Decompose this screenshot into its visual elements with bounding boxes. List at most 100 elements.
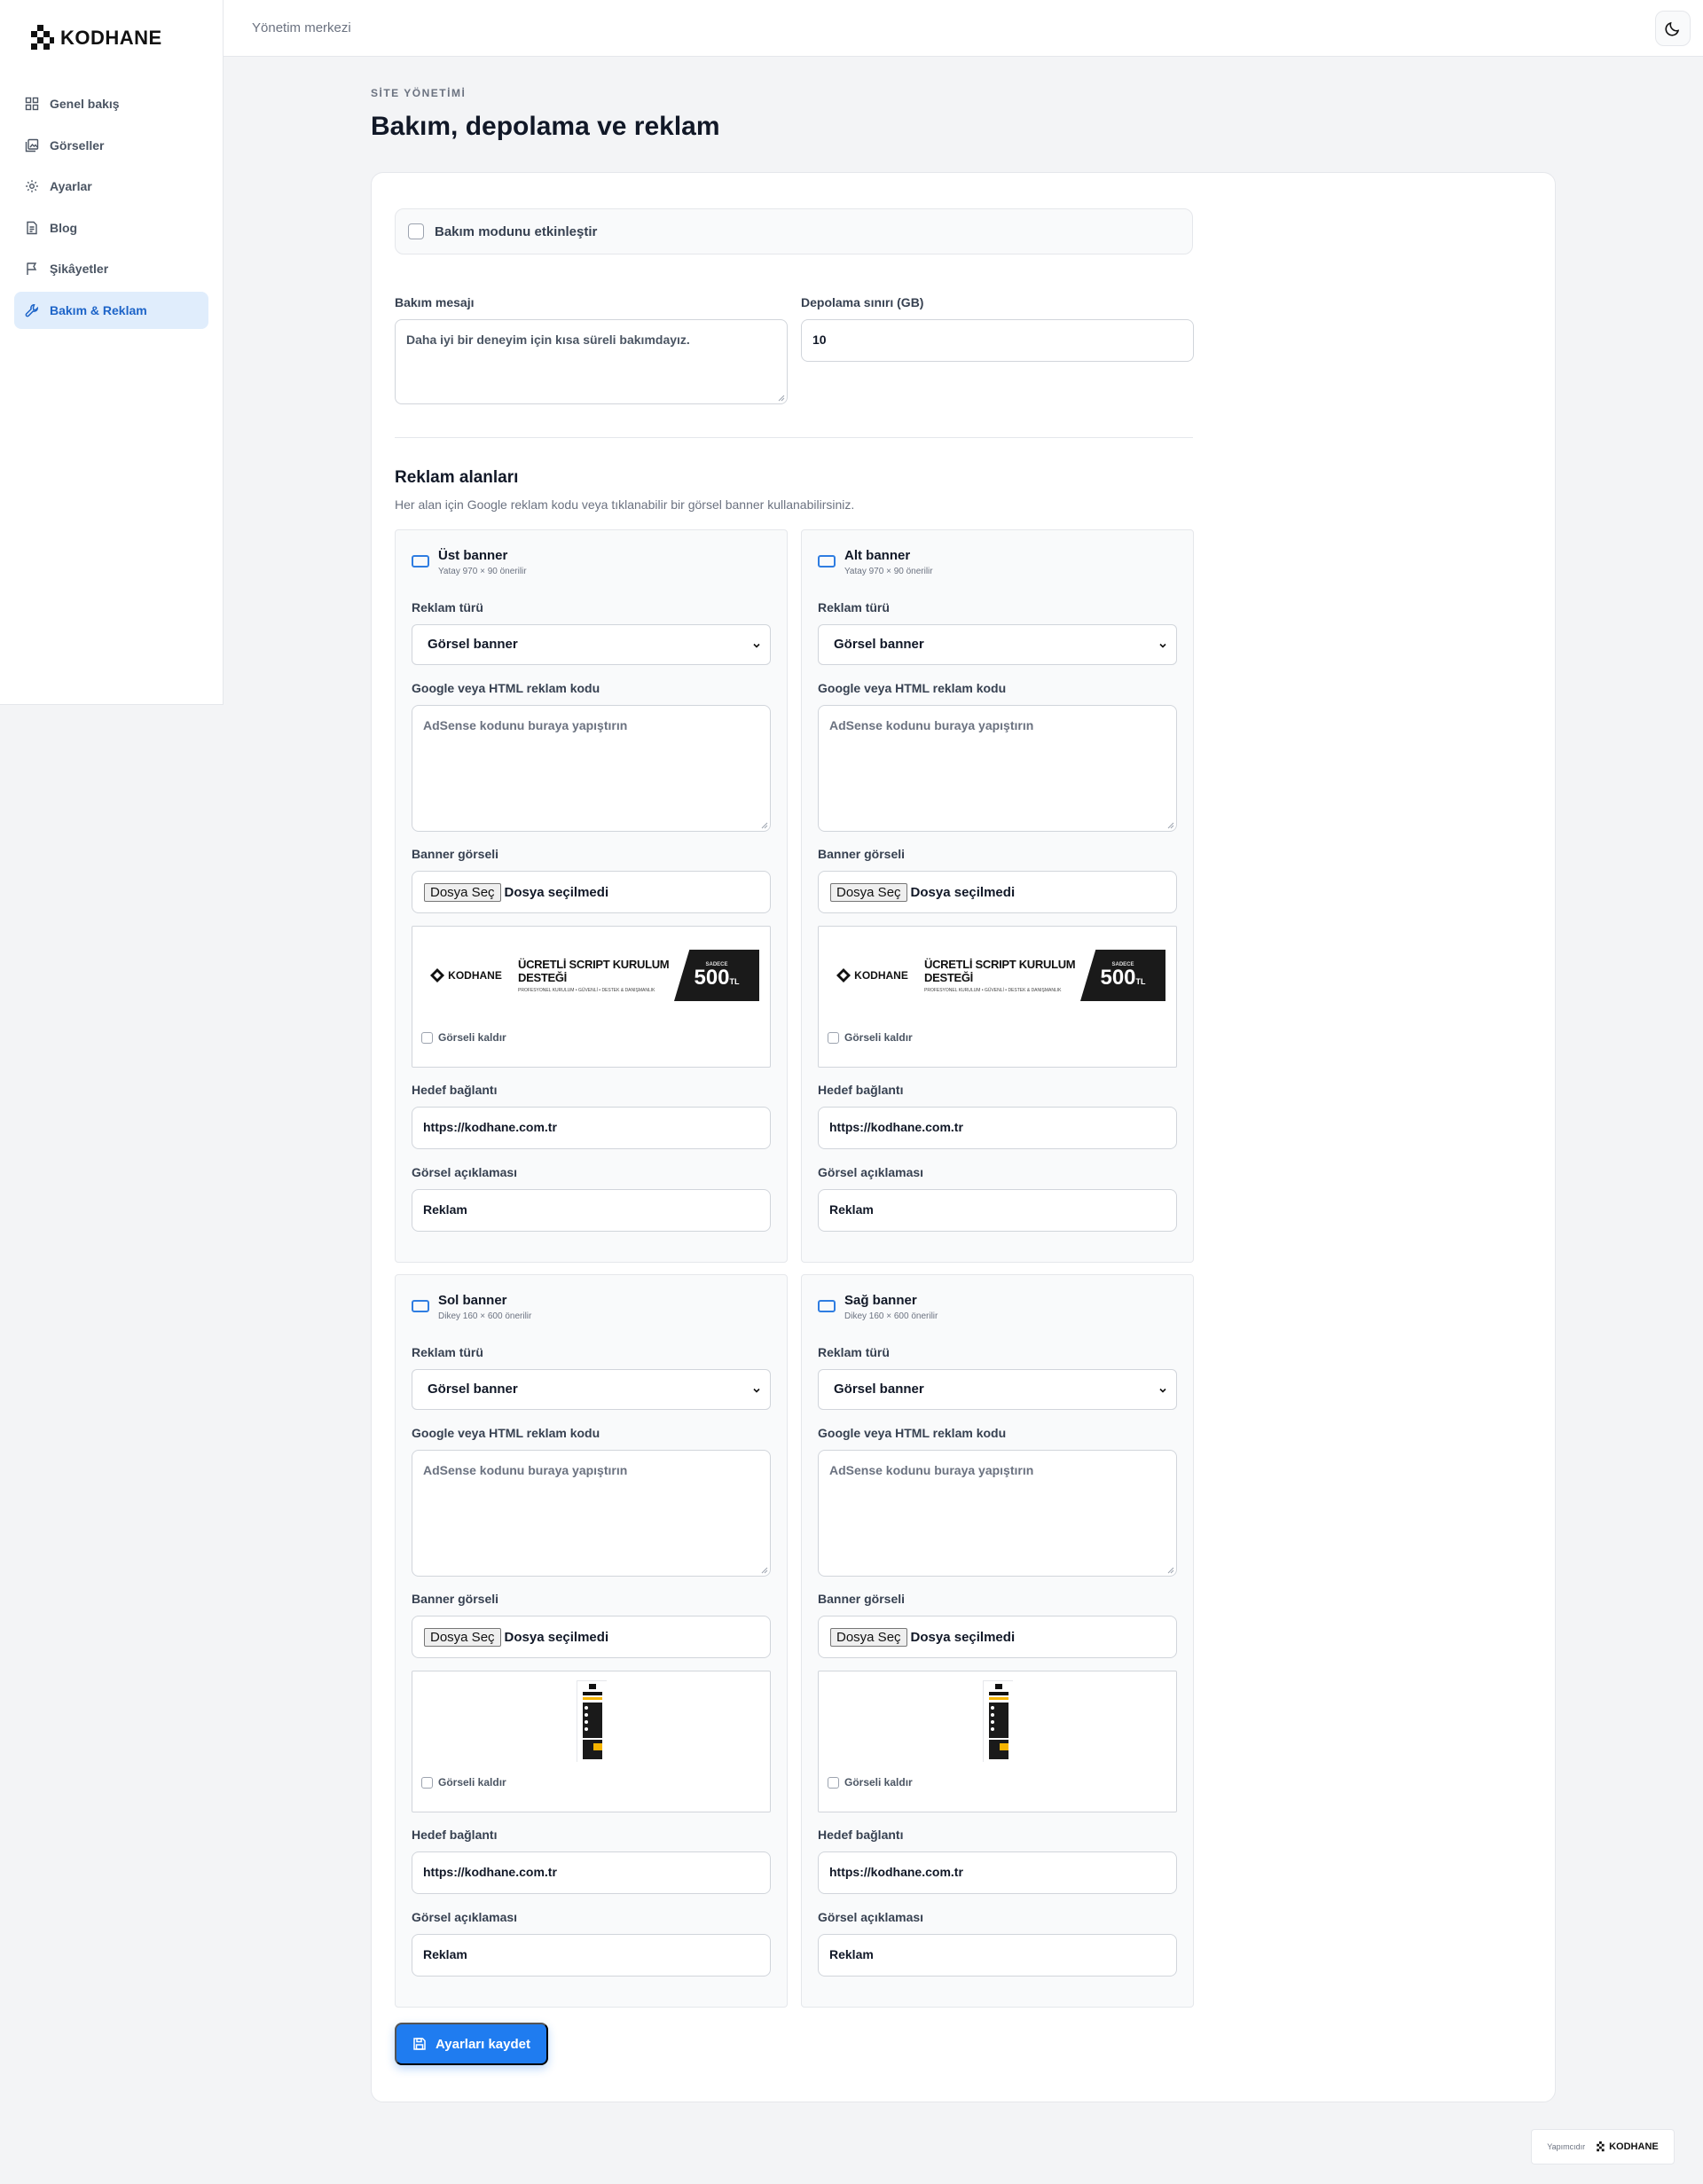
sidebar-item-label: Ayarlar xyxy=(50,179,92,193)
banner-file-input[interactable]: Dosya Seç Dosya seçilmedi xyxy=(818,871,1177,913)
banner-preview: Görseli kaldır xyxy=(818,1671,1177,1812)
remove-image-checkbox[interactable] xyxy=(828,1776,839,1789)
target-link-input[interactable]: https://kodhane.com.tr xyxy=(818,1851,1177,1894)
ad-code-textarea[interactable]: AdSense kodunu buraya yapıştırın xyxy=(818,705,1177,832)
chevron-down-icon xyxy=(1159,1388,1166,1393)
credit-brand: KODHANE xyxy=(1609,2141,1659,2152)
ad-type-select[interactable]: Görsel banner xyxy=(412,1369,771,1410)
sidebar-item-images[interactable]: Görseller xyxy=(14,127,208,164)
ad-slot-header: Sol banner Dikey 160 × 600 önerilir xyxy=(412,1293,531,1321)
brand-name: KODHANE xyxy=(60,27,162,49)
image-alt-input[interactable]: Reklam xyxy=(818,1934,1177,1977)
remove-image-label: Görseli kaldır xyxy=(438,1031,506,1044)
target-link-input[interactable]: https://kodhane.com.tr xyxy=(412,1107,771,1149)
choose-file-button[interactable]: Dosya Seç xyxy=(830,1627,907,1647)
ad-type-value: Görsel banner xyxy=(834,637,924,652)
moon-icon xyxy=(1665,21,1680,36)
sidebar-item-blog[interactable]: Blog xyxy=(14,209,208,247)
remove-image-toggle[interactable]: Görseli kaldır xyxy=(828,1031,913,1044)
maintenance-checkbox[interactable] xyxy=(408,223,424,239)
banner-preview: KODHANE ÜCRETLİ SCRIPT KURULUM DESTEĞİ P… xyxy=(412,926,771,1068)
target-link-input[interactable]: https://kodhane.com.tr xyxy=(412,1851,771,1894)
ad-type-select[interactable]: Görsel banner xyxy=(818,624,1177,665)
banner-file-input[interactable]: Dosya Seç Dosya seçilmedi xyxy=(412,871,771,913)
footer-credit[interactable]: Yapımcıdır KODHANE xyxy=(1531,2129,1675,2164)
remove-image-checkbox[interactable] xyxy=(828,1031,839,1044)
ad-code-label: Google veya HTML reklam kodu xyxy=(412,1426,600,1440)
choose-file-button[interactable]: Dosya Seç xyxy=(424,1627,501,1647)
banner-image-label: Banner görseli xyxy=(818,1592,906,1606)
resize-handle-icon[interactable] xyxy=(761,822,768,829)
ad-slot-card: Üst banner Yatay 970 × 90 önerilir Rekla… xyxy=(395,529,788,1263)
banner-file-input[interactable]: Dosya Seç Dosya seçilmedi xyxy=(412,1616,771,1658)
ad-type-select[interactable]: Görsel banner xyxy=(818,1369,1177,1410)
storage-limit-input[interactable]: 10 xyxy=(801,319,1194,362)
maintenance-message-label: Bakım mesajı xyxy=(395,295,475,309)
remove-image-label: Görseli kaldır xyxy=(844,1031,913,1044)
image-alt-input[interactable]: Reklam xyxy=(412,1934,771,1977)
resize-handle-icon[interactable] xyxy=(761,1567,768,1574)
ad-code-textarea[interactable]: AdSense kodunu buraya yapıştırın xyxy=(818,1450,1177,1577)
banner-icon xyxy=(818,1300,836,1312)
ad-slot-name: Üst banner xyxy=(438,548,508,563)
kodhane-logo-icon xyxy=(31,25,54,50)
remove-image-toggle[interactable]: Görseli kaldır xyxy=(828,1776,913,1789)
remove-image-checkbox[interactable] xyxy=(421,1776,433,1789)
choose-file-button[interactable]: Dosya Seç xyxy=(424,882,501,902)
file-status: Dosya seçilmedi xyxy=(504,884,609,900)
maintenance-toggle[interactable]: Bakım modunu etkinleştir xyxy=(395,208,1193,254)
ad-code-textarea[interactable]: AdSense kodunu buraya yapıştırın xyxy=(412,1450,771,1577)
horizontal-banner-preview-image: KODHANE ÜCRETLİ SCRIPT KURULUM DESTEĞİ P… xyxy=(422,950,759,1001)
banner-image-label: Banner görseli xyxy=(412,1592,499,1606)
target-link-value: https://kodhane.com.tr xyxy=(829,1865,963,1879)
resize-handle-icon[interactable] xyxy=(1167,1567,1174,1574)
ad-type-label: Reklam türü xyxy=(412,1345,483,1359)
save-settings-button[interactable]: Ayarları kaydet xyxy=(395,2023,548,2065)
sidebar-item-overview[interactable]: Genel bakış xyxy=(14,85,208,122)
flag-icon xyxy=(27,262,37,275)
image-alt-input[interactable]: Reklam xyxy=(412,1189,771,1232)
ad-code-label: Google veya HTML reklam kodu xyxy=(818,1426,1007,1440)
banner-image-label: Banner görseli xyxy=(818,847,906,861)
remove-image-toggle[interactable]: Görseli kaldır xyxy=(421,1776,506,1789)
remove-image-label: Görseli kaldır xyxy=(844,1776,913,1789)
resize-handle-icon[interactable] xyxy=(778,395,785,402)
horizontal-banner-preview-image: KODHANE ÜCRETLİ SCRIPT KURULUM DESTEĞİ P… xyxy=(828,950,1165,1001)
sidebar: KODHANE Genel bakış Görseller Ayarlar Bl… xyxy=(0,0,224,705)
banner-image-label: Banner görseli xyxy=(412,847,499,861)
image-alt-label: Görsel açıklaması xyxy=(412,1165,518,1179)
maintenance-message-input[interactable]: Daha iyi bir deneyim için kısa süreli ba… xyxy=(395,319,788,404)
maintenance-message-value: Daha iyi bir deneyim için kısa süreli ba… xyxy=(406,333,690,347)
target-link-value: https://kodhane.com.tr xyxy=(829,1120,963,1134)
banner-logo: KODHANE xyxy=(828,950,915,1001)
remove-image-toggle[interactable]: Görseli kaldır xyxy=(421,1031,506,1044)
sidebar-item-complaints[interactable]: Şikâyetler xyxy=(14,250,208,287)
wrench-icon xyxy=(25,303,38,317)
save-button-label: Ayarları kaydet xyxy=(435,2036,530,2052)
chevron-down-icon xyxy=(753,643,760,648)
ad-slot-name: Sağ banner xyxy=(844,1293,917,1308)
sidebar-item-maintenance-ads[interactable]: Bakım & Reklam xyxy=(14,291,208,329)
theme-toggle-button[interactable] xyxy=(1655,11,1691,46)
ad-code-label: Google veya HTML reklam kodu xyxy=(818,681,1007,695)
resize-handle-icon[interactable] xyxy=(1167,822,1174,829)
brand-logo[interactable]: KODHANE xyxy=(28,25,162,51)
images-icon xyxy=(25,138,39,152)
ads-section-title: Reklam alanları xyxy=(395,468,519,487)
ad-slot-size-hint: Yatay 970 × 90 önerilir xyxy=(844,567,933,576)
image-alt-input[interactable]: Reklam xyxy=(818,1189,1177,1232)
target-link-input[interactable]: https://kodhane.com.tr xyxy=(818,1107,1177,1149)
ad-code-textarea[interactable]: AdSense kodunu buraya yapıştırın xyxy=(412,705,771,832)
ads-section-description: Her alan için Google reklam kodu veya tı… xyxy=(395,497,855,512)
remove-image-checkbox[interactable] xyxy=(421,1031,433,1044)
kodhane-logo-icon xyxy=(1597,2141,1605,2152)
storage-limit-label: Depolama sınırı (GB) xyxy=(801,295,924,309)
ad-slot-card: Sol banner Dikey 160 × 600 önerilir Rekl… xyxy=(395,1274,788,2008)
sidebar-item-settings[interactable]: Ayarlar xyxy=(14,168,208,205)
sidebar-item-label: Şikâyetler xyxy=(50,262,109,276)
ad-type-select[interactable]: Görsel banner xyxy=(412,624,771,665)
image-alt-label: Görsel açıklaması xyxy=(412,1910,518,1924)
ad-code-label: Google veya HTML reklam kodu xyxy=(412,681,600,695)
banner-file-input[interactable]: Dosya Seç Dosya seçilmedi xyxy=(818,1616,1177,1658)
choose-file-button[interactable]: Dosya Seç xyxy=(830,882,907,902)
